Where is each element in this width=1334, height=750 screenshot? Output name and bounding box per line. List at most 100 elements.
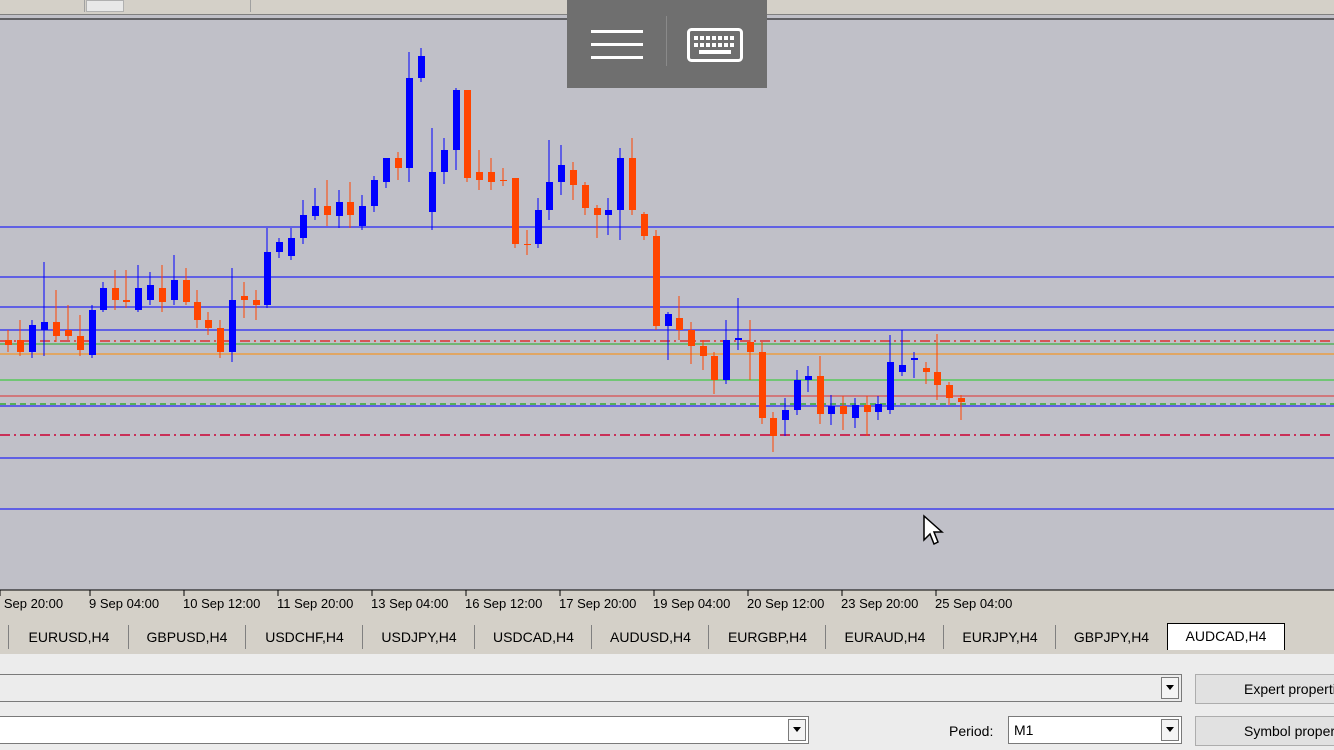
candle-body xyxy=(840,406,847,414)
candle-bearish xyxy=(653,230,660,330)
candle-body xyxy=(782,410,789,420)
candlestick-chart-svg[interactable]: 6 Sep 20:00 9 Sep 04:00 10 Sep 12:00 11 Sep… xyxy=(0,0,1334,620)
tab-eurusd[interactable]: EURUSD,H4 xyxy=(8,625,129,649)
symbol-properties-button[interactable]: Symbol properties xyxy=(1195,716,1334,746)
candle-body xyxy=(312,206,319,216)
candle-body xyxy=(605,210,612,215)
remote-overlay-toolbar xyxy=(567,0,767,88)
toolbar-segment[interactable] xyxy=(0,0,85,12)
candle-body xyxy=(159,288,166,302)
candle-body xyxy=(429,172,436,212)
period-select[interactable]: M1 xyxy=(1008,716,1182,744)
candle-body xyxy=(958,398,965,402)
candle-body xyxy=(828,406,835,414)
candle-body xyxy=(665,314,672,326)
toolbar-segment[interactable] xyxy=(124,0,251,12)
candle-body xyxy=(264,252,271,305)
candle-body xyxy=(524,244,531,245)
tab-gbpusd[interactable]: GBPUSD,H4 xyxy=(128,625,245,649)
candle-body xyxy=(653,236,660,326)
candle-body xyxy=(77,336,84,350)
candle-body xyxy=(546,182,553,210)
candle-body xyxy=(205,320,212,328)
candle-body xyxy=(500,180,507,181)
candle-body xyxy=(89,310,96,355)
expert-combo[interactable] xyxy=(0,674,1182,702)
tab-eurjpy[interactable]: EURJPY,H4 xyxy=(943,625,1056,649)
chevron-down-icon[interactable] xyxy=(1161,677,1179,699)
candle-body xyxy=(359,206,366,226)
time-axis-label: 13 Sep 04:00 xyxy=(371,596,448,611)
candle-bearish xyxy=(464,90,471,182)
toolbar-scroll-thumb[interactable] xyxy=(86,0,124,12)
symbol-combo[interactable] xyxy=(0,716,809,744)
candle-body xyxy=(418,56,425,78)
candle-body xyxy=(371,180,378,206)
candle-body xyxy=(723,340,730,380)
candle-body xyxy=(171,280,178,300)
candle-body xyxy=(558,165,565,182)
tab-usdcad[interactable]: USDCAD,H4 xyxy=(474,625,592,649)
candle-body xyxy=(770,418,777,436)
time-axis-label: 11 Sep 20:00 xyxy=(277,596,353,611)
candle-body xyxy=(300,215,307,238)
candle-body xyxy=(183,280,190,302)
candle-body xyxy=(441,150,448,172)
candle-body xyxy=(923,368,930,372)
candle-body xyxy=(864,405,871,412)
strategy-tester-panel: Expert properties Period: M1 Symbol prop… xyxy=(0,654,1334,750)
candle-body xyxy=(488,172,495,182)
candle-body xyxy=(735,338,742,340)
candle-body xyxy=(899,365,906,372)
tab-usdjpy[interactable]: USDJPY,H4 xyxy=(362,625,475,649)
candle-body xyxy=(41,322,48,330)
chevron-down-icon[interactable] xyxy=(1161,719,1179,741)
chart-tab-bar: EURUSD,H4 GBPUSD,H4 USDCHF,H4 USDJPY,H4 USDC… xyxy=(0,623,1334,652)
candle-body xyxy=(629,158,636,210)
menu-icon[interactable] xyxy=(591,30,643,60)
tab-eurgbp[interactable]: EURGBP,H4 xyxy=(708,625,826,649)
time-axis-label: 16 Sep 12:00 xyxy=(465,596,542,611)
candle-body xyxy=(852,405,859,418)
time-axis-label: 17 Sep 20:00 xyxy=(559,596,636,611)
candle-bearish xyxy=(512,178,519,248)
candle-body xyxy=(476,172,483,180)
candle-body xyxy=(324,206,331,215)
expert-properties-button[interactable]: Expert properties xyxy=(1195,674,1334,704)
candle-body xyxy=(453,90,460,150)
candle-body xyxy=(112,288,119,300)
candle-body xyxy=(700,346,707,356)
candle-body xyxy=(147,285,154,300)
candle-body xyxy=(406,78,413,168)
tab-audusd[interactable]: AUDUSD,H4 xyxy=(591,625,709,649)
candle-body xyxy=(53,322,60,336)
time-axis-label: 19 Sep 04:00 xyxy=(653,596,730,611)
tab-usdchf[interactable]: USDCHF,H4 xyxy=(245,625,363,649)
candle-body xyxy=(911,358,918,360)
candle-body xyxy=(747,342,754,352)
candle-body xyxy=(676,318,683,330)
chevron-down-icon[interactable] xyxy=(788,719,806,741)
time-axis-label: 10 Sep 12:00 xyxy=(183,596,260,611)
candle-body xyxy=(817,376,824,414)
tab-gbpjpy[interactable]: GBPJPY,H4 xyxy=(1055,625,1167,649)
candle-body xyxy=(934,372,941,385)
candle-body xyxy=(582,185,589,208)
time-axis-label: 6 Sep 20:00 xyxy=(0,596,63,611)
candle-body xyxy=(535,210,542,244)
candle-body xyxy=(123,300,130,302)
candle-body xyxy=(253,300,260,305)
candle-body xyxy=(347,202,354,215)
candle-body xyxy=(688,330,695,346)
tab-audcad[interactable]: AUDCAD,H4 xyxy=(1167,623,1285,650)
candle-body xyxy=(570,170,577,185)
tab-euraud[interactable]: EURAUD,H4 xyxy=(825,625,944,649)
candle-body xyxy=(946,385,953,398)
candle-body xyxy=(594,208,601,215)
price-chart[interactable]: 6 Sep 20:00 9 Sep 04:00 10 Sep 12:00 11 Sep… xyxy=(0,0,1334,620)
candle-body xyxy=(512,178,519,244)
candle-body xyxy=(794,380,801,410)
candle-body xyxy=(383,158,390,182)
candle-body xyxy=(464,90,471,178)
keyboard-icon[interactable] xyxy=(687,28,743,62)
